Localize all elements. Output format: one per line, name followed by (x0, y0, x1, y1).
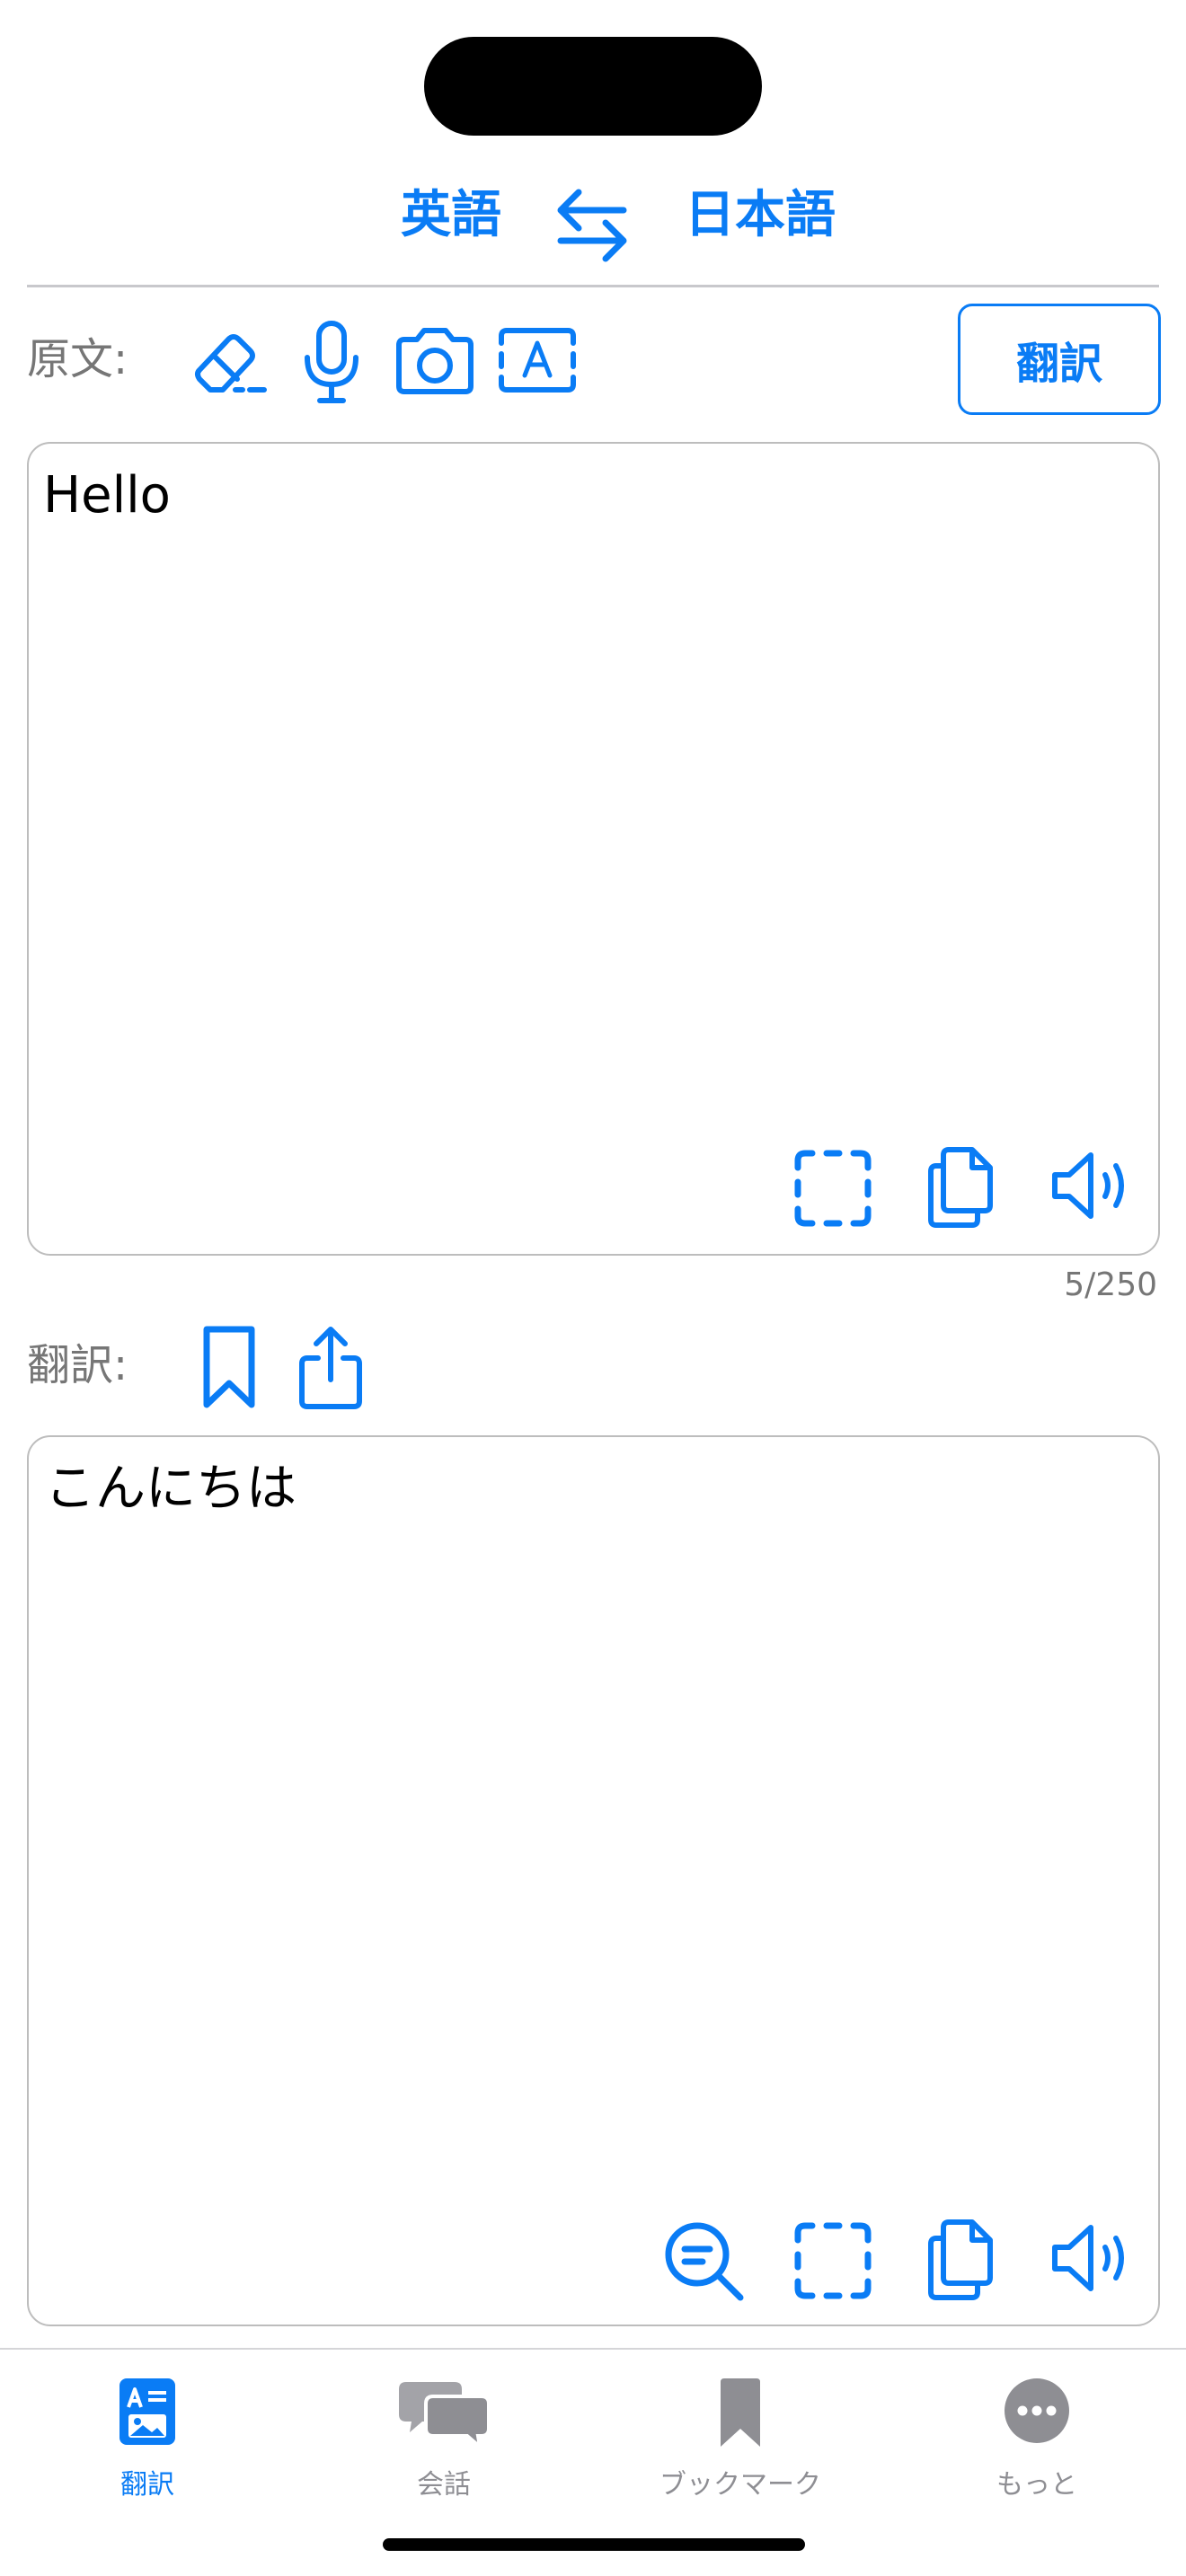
result-toolbar: 翻訳: (0, 1311, 1186, 1428)
tab-conversation[interactable]: 会話 (327, 2368, 561, 2501)
bookmark-icon[interactable] (199, 1324, 259, 1412)
character-counter: 5/250 (1064, 1266, 1157, 1303)
result-text: こんにちは (45, 1460, 296, 1518)
language-selector: 英語 日本語 (0, 171, 1186, 278)
dynamic-island (424, 37, 762, 136)
source-label: 原文: (27, 334, 128, 384)
result-label: 翻訳: (27, 1340, 128, 1390)
tab-translate[interactable]: 翻訳 (31, 2368, 264, 2501)
magnify-icon[interactable] (663, 2220, 746, 2303)
select-all-icon[interactable] (792, 2220, 873, 2301)
microphone-icon[interactable] (300, 320, 363, 406)
tab-label: 会話 (417, 2469, 471, 2501)
tab-label: 翻訳 (120, 2469, 174, 2501)
tab-bookmarks[interactable]: ブックマーク (624, 2368, 857, 2501)
target-language-button[interactable]: 日本語 (685, 190, 836, 241)
tab-more[interactable]: もっと (920, 2368, 1154, 2501)
speaker-icon[interactable] (1049, 1148, 1136, 1223)
eraser-icon[interactable] (192, 329, 270, 401)
result-text-area: こんにちは (27, 1435, 1160, 2326)
divider (27, 285, 1159, 287)
translate-icon (119, 2378, 175, 2448)
chat-bubbles-icon (399, 2378, 491, 2452)
source-text-area[interactable]: Hello (27, 442, 1160, 1256)
source-language-button[interactable]: 英語 (401, 190, 501, 241)
bookmark-icon (721, 2378, 760, 2450)
speaker-icon[interactable] (1049, 2220, 1136, 2296)
tab-label: もっと (996, 2469, 1077, 2501)
copy-icon[interactable] (925, 1144, 997, 1231)
share-icon[interactable] (296, 1326, 365, 1412)
more-icon (1005, 2378, 1069, 2447)
camera-icon[interactable] (394, 325, 476, 397)
text-scan-icon[interactable] (498, 327, 577, 393)
translate-button[interactable]: 翻訳 (958, 304, 1161, 415)
tab-label: ブックマーク (659, 2469, 821, 2501)
home-indicator (383, 2538, 805, 2551)
swap-languages-icon[interactable] (553, 185, 631, 266)
copy-icon[interactable] (925, 2217, 997, 2303)
source-text: Hello (43, 466, 171, 525)
select-all-icon[interactable] (792, 1148, 873, 1229)
